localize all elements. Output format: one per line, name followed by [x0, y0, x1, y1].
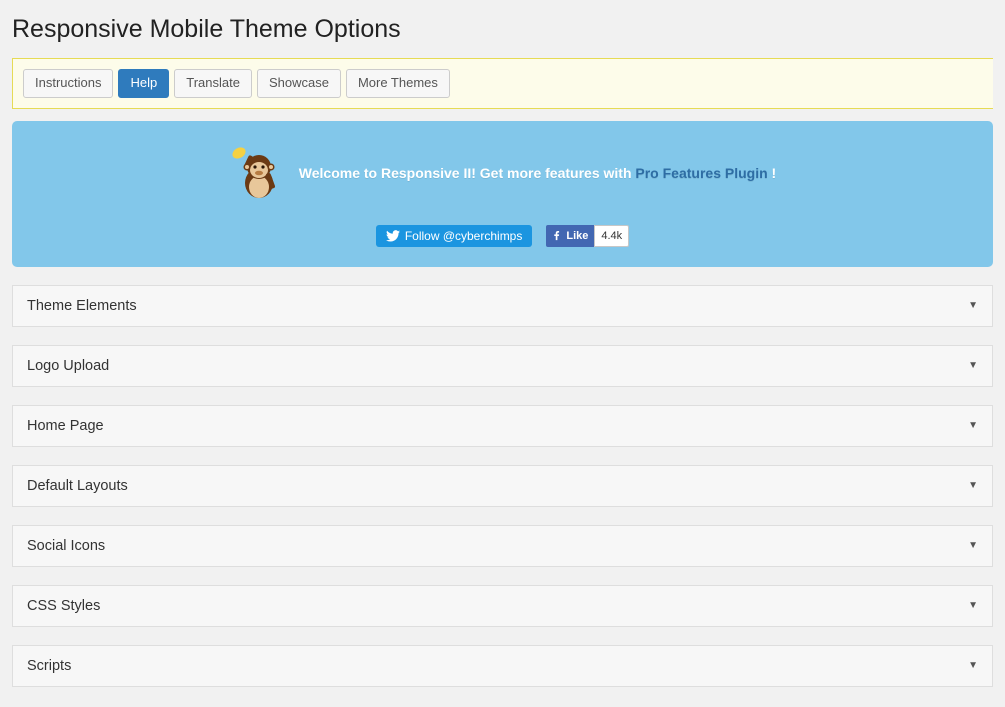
pro-features-link[interactable]: Pro Features Plugin: [635, 165, 767, 181]
welcome-text: Welcome to Responsive II! Get more featu…: [299, 165, 776, 181]
twitter-follow-label: Follow @cyberchimps: [405, 229, 523, 243]
accordion-label: Logo Upload: [27, 358, 109, 374]
accordion-label: Social Icons: [27, 538, 105, 554]
accordion-theme-elements[interactable]: Theme Elements ▼: [12, 285, 993, 327]
accordion-label: Scripts: [27, 658, 71, 674]
accordion: Theme Elements ▼ Logo Upload ▼ Home Page…: [12, 285, 993, 687]
welcome-text-a: Welcome to Responsive II! Get more featu…: [299, 165, 636, 181]
accordion-css-styles[interactable]: CSS Styles ▼: [12, 585, 993, 627]
accordion-label: Default Layouts: [27, 478, 128, 494]
caret-down-icon: ▼: [968, 660, 978, 671]
accordion-default-layouts[interactable]: Default Layouts ▼: [12, 465, 993, 507]
tab-translate[interactable]: Translate: [174, 69, 252, 98]
facebook-like-button[interactable]: Like: [546, 225, 594, 247]
caret-down-icon: ▼: [968, 600, 978, 611]
caret-down-icon: ▼: [968, 420, 978, 431]
facebook-like-widget: Like 4.4k: [546, 225, 629, 247]
caret-down-icon: ▼: [968, 360, 978, 371]
accordion-label: CSS Styles: [27, 598, 100, 614]
monkey-mascot-icon: [229, 143, 285, 203]
accordion-logo-upload[interactable]: Logo Upload ▼: [12, 345, 993, 387]
tab-showcase[interactable]: Showcase: [257, 69, 341, 98]
caret-down-icon: ▼: [968, 540, 978, 551]
caret-down-icon: ▼: [968, 480, 978, 491]
facebook-icon: [552, 231, 562, 241]
facebook-like-count: 4.4k: [594, 225, 629, 247]
twitter-follow-button[interactable]: Follow @cyberchimps: [376, 225, 533, 247]
tab-instructions[interactable]: Instructions: [23, 69, 113, 98]
accordion-scripts[interactable]: Scripts ▼: [12, 645, 993, 687]
accordion-home-page[interactable]: Home Page ▼: [12, 405, 993, 447]
twitter-icon: [386, 230, 400, 242]
tab-more-themes[interactable]: More Themes: [346, 69, 450, 98]
caret-down-icon: ▼: [968, 300, 978, 311]
tabs-bar: Instructions Help Translate Showcase Mor…: [12, 58, 993, 109]
facebook-like-label: Like: [566, 230, 588, 242]
accordion-label: Theme Elements: [27, 298, 137, 314]
accordion-label: Home Page: [27, 418, 104, 434]
accordion-social-icons[interactable]: Social Icons ▼: [12, 525, 993, 567]
welcome-panel: Welcome to Responsive II! Get more featu…: [12, 121, 993, 267]
tab-help[interactable]: Help: [118, 69, 169, 98]
page-title: Responsive Mobile Theme Options: [12, 15, 993, 44]
welcome-text-b: !: [768, 165, 777, 181]
